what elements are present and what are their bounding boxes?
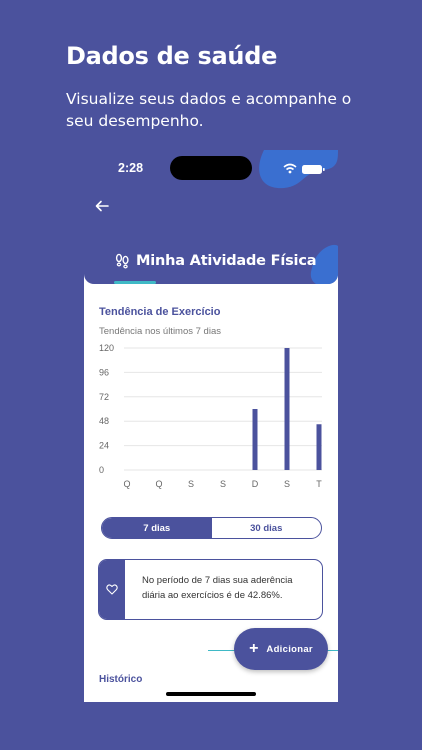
history-title: Histórico <box>99 674 143 685</box>
add-button-label: Adicionar <box>266 643 313 655</box>
page-title: Minha Atividade Física <box>136 253 317 269</box>
y-tick-label: 48 <box>99 416 109 426</box>
bar-5 <box>284 348 290 470</box>
add-button[interactable]: + Adicionar <box>234 628 328 670</box>
toggle-7-dias[interactable]: 7 dias <box>102 518 212 538</box>
x-tick-label: Q <box>123 479 130 489</box>
y-tick-label: 72 <box>99 392 109 402</box>
adherence-card: No período de 7 dias sua aderência diári… <box>98 559 323 620</box>
toggle-30-dias[interactable]: 30 dias <box>212 518 322 538</box>
section-subtitle: Tendência nos últimos 7 dias <box>99 326 221 337</box>
status-time: 2:28 <box>118 161 144 175</box>
heart-icon <box>106 584 118 595</box>
bar-4 <box>252 409 258 470</box>
title-underline <box>114 281 156 284</box>
section-title: Tendência de Exercício <box>99 306 221 318</box>
period-toggle: 7 dias 30 dias <box>101 517 322 539</box>
x-tick-label: S <box>188 479 194 489</box>
x-tick-label: S <box>284 479 290 489</box>
x-tick-label: S <box>220 479 226 489</box>
y-tick-label: 96 <box>99 367 109 377</box>
y-tick-label: 120 <box>99 343 114 353</box>
promo-subtitle: Visualize seus dados e acompanhe o seu d… <box>66 90 352 130</box>
battery-icon <box>302 165 322 174</box>
y-tick-label: 24 <box>99 441 109 451</box>
adherence-text: No período de 7 dias sua aderência diári… <box>142 575 293 601</box>
exercise-trend-chart: 120 96 72 48 24 0 Q Q S S D S T <box>99 343 322 489</box>
x-tick-label: Q <box>155 479 162 489</box>
header-title-group: Minha Atividade Física <box>114 252 317 270</box>
bar-6 <box>316 424 322 470</box>
dynamic-island <box>170 156 252 180</box>
status-icons <box>282 162 328 180</box>
x-tick-label: T <box>316 479 322 489</box>
promo-title: Dados de saúde <box>66 42 278 70</box>
plus-icon: + <box>249 640 259 657</box>
footprints-icon <box>115 253 129 269</box>
wifi-icon <box>283 163 325 174</box>
home-indicator <box>166 692 256 696</box>
info-card-stripe <box>99 560 125 619</box>
app-header: 2:28 Minha Atividade Física <box>84 150 338 284</box>
y-tick-label: 0 <box>99 465 104 475</box>
back-arrow-icon[interactable] <box>94 198 110 214</box>
x-tick-label: D <box>252 479 259 489</box>
phone-screen: 2:28 Minha Atividade Física Tendência de… <box>84 150 338 702</box>
